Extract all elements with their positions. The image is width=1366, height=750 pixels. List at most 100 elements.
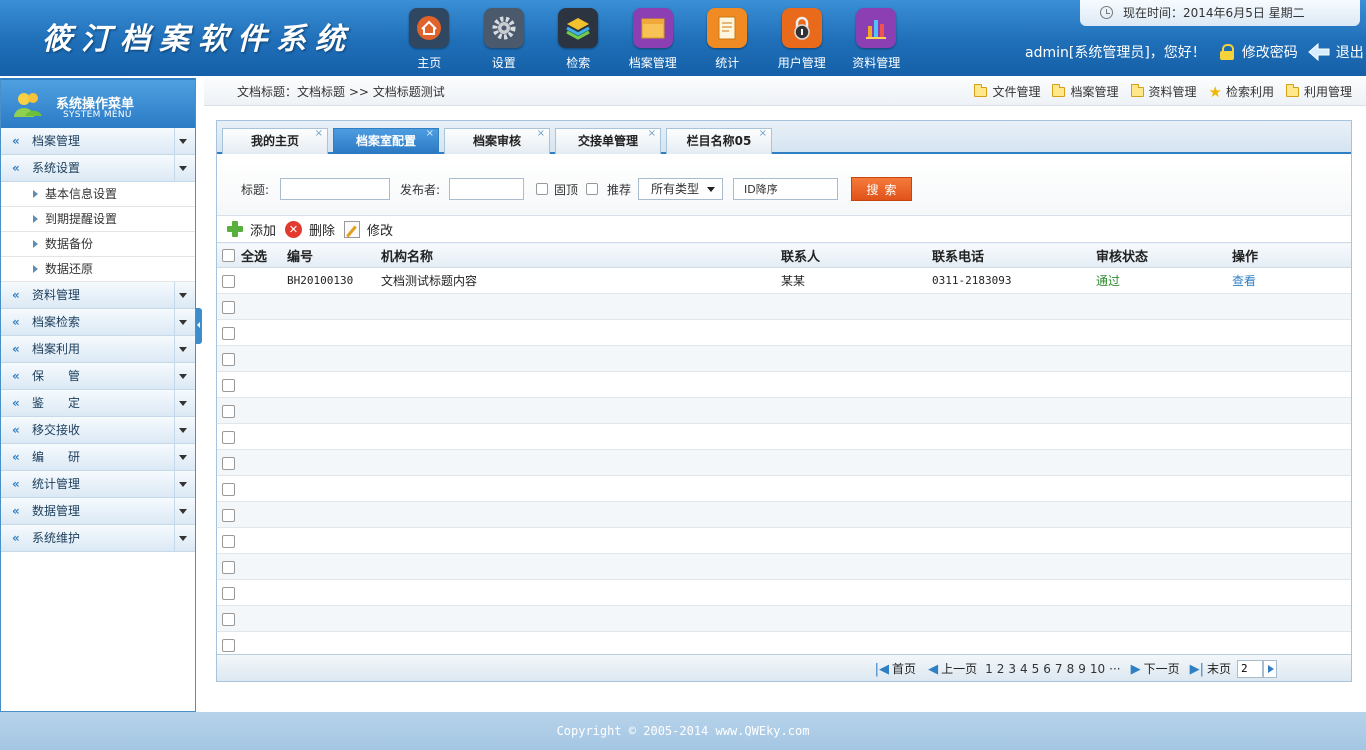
page-number-link[interactable]: 3 xyxy=(1008,662,1016,676)
nav-users[interactable]: 用户管理 xyxy=(765,8,840,71)
sidebar-collapse-handle[interactable] xyxy=(196,308,202,344)
publisher-input[interactable] xyxy=(449,178,524,200)
page-number-link[interactable]: 1 xyxy=(985,662,993,676)
nav-home[interactable]: 主页 xyxy=(392,8,467,71)
page-number-link[interactable]: 4 xyxy=(1020,662,1028,676)
nav-search[interactable]: 检索 xyxy=(541,8,616,71)
row-checkbox[interactable] xyxy=(222,638,235,652)
nav-settings[interactable]: 设置 xyxy=(467,8,542,71)
row-checkbox[interactable] xyxy=(222,430,235,444)
tab-archive-review[interactable]: 档案审核 × xyxy=(444,128,550,154)
sidebar-item-compilation[interactable]: « 编 研 xyxy=(1,444,195,471)
shortcut-materials-management[interactable]: 资料管理 xyxy=(1130,78,1197,106)
sidebar-subitem-expiry-reminder[interactable]: 到期提醒设置 xyxy=(1,207,195,232)
close-icon[interactable]: × xyxy=(426,122,434,146)
chevron-down-icon[interactable] xyxy=(174,309,191,335)
header-code: 编号 xyxy=(287,242,381,268)
row-checkbox[interactable] xyxy=(222,508,235,522)
row-checkbox[interactable] xyxy=(222,456,235,470)
sidebar-subitem-basic-info[interactable]: 基本信息设置 xyxy=(1,182,195,207)
row-checkbox[interactable] xyxy=(222,534,235,548)
chevron-down-icon[interactable] xyxy=(174,336,191,362)
page-number-link[interactable]: 5 xyxy=(1032,662,1040,676)
shortcut-archive-management[interactable]: 档案管理 xyxy=(1052,78,1119,106)
chevron-down-icon[interactable] xyxy=(174,363,191,389)
nav-archive[interactable]: 档案管理 xyxy=(616,8,691,71)
view-link[interactable]: 查看 xyxy=(1232,267,1351,294)
type-select[interactable]: 所有类型 xyxy=(638,178,723,200)
chevron-down-icon[interactable] xyxy=(174,417,191,443)
sidebar-item-system-settings[interactable]: « 系统设置 xyxy=(1,155,195,182)
nav-materials[interactable]: 资料管理 xyxy=(839,8,914,71)
row-checkbox[interactable] xyxy=(222,300,235,314)
first-page-button[interactable]: |◀ 首页 xyxy=(875,660,916,677)
last-page-button[interactable]: ▶| 末页 xyxy=(1190,660,1231,677)
tab-handover[interactable]: 交接单管理 × xyxy=(555,128,661,154)
chevron-down-icon[interactable] xyxy=(174,525,191,551)
page-number-link[interactable]: 7 xyxy=(1055,662,1063,676)
chevron-down-icon[interactable] xyxy=(174,471,191,497)
shortcut-usage-management[interactable]: 利用管理 xyxy=(1285,78,1352,106)
tab-my-home[interactable]: 我的主页 × xyxy=(222,128,328,154)
row-checkbox[interactable] xyxy=(222,482,235,496)
tab-archive-config[interactable]: 档案室配置 × xyxy=(333,128,439,154)
change-password-link[interactable]: 修改密码 xyxy=(1242,42,1298,62)
edit-button[interactable]: 修改 xyxy=(344,220,393,239)
page-number-input[interactable] xyxy=(1237,659,1263,678)
page-number-link[interactable]: 2 xyxy=(997,662,1005,676)
row-checkbox[interactable] xyxy=(222,586,235,600)
sidebar-item-statistics[interactable]: « 统计管理 xyxy=(1,471,195,498)
select-all-checkbox[interactable] xyxy=(222,248,235,262)
sidebar-item-archive-search[interactable]: « 档案检索 xyxy=(1,309,195,336)
shortcut-search-usage[interactable]: ★ 检索利用 xyxy=(1209,78,1274,106)
chevron-down-icon[interactable] xyxy=(174,444,191,470)
row-empty-cell xyxy=(781,449,932,476)
delete-button[interactable]: ✕ 删除 xyxy=(285,220,335,239)
row-checkbox[interactable] xyxy=(222,404,235,418)
sidebar-item-custody[interactable]: « 保 管 xyxy=(1,363,195,390)
prev-page-button[interactable]: ◀ 上一页 xyxy=(928,660,977,677)
row-checkbox[interactable] xyxy=(222,612,235,626)
add-button[interactable]: 添加 xyxy=(227,220,276,239)
row-checkbox[interactable] xyxy=(222,274,235,288)
next-page-button[interactable]: ▶ 下一页 xyxy=(1131,660,1180,677)
sidebar-item-materials[interactable]: « 资料管理 xyxy=(1,282,195,309)
logout-link[interactable]: 退出 xyxy=(1336,42,1364,62)
close-icon[interactable]: × xyxy=(759,122,767,146)
search-button[interactable]: 搜索 xyxy=(851,177,912,201)
go-page-button[interactable] xyxy=(1263,659,1277,678)
chevron-down-icon[interactable] xyxy=(174,282,191,308)
chevron-down-icon[interactable] xyxy=(174,390,191,416)
sidebar-subitem-restore[interactable]: 数据还原 xyxy=(1,257,195,282)
pinned-checkbox[interactable] xyxy=(536,183,548,195)
title-input[interactable] xyxy=(280,178,390,200)
shortcut-label: 利用管理 xyxy=(1303,85,1352,99)
row-checkbox[interactable] xyxy=(222,560,235,574)
sidebar-item-maintenance[interactable]: « 系统维护 xyxy=(1,525,195,552)
sidebar-item-data[interactable]: « 数据管理 xyxy=(1,498,195,525)
recommend-checkbox[interactable] xyxy=(586,183,598,195)
app-logo: 筱汀档案软件系统 xyxy=(42,22,354,57)
page-number-link[interactable]: 10 xyxy=(1090,662,1105,676)
chevron-down-icon[interactable] xyxy=(174,128,191,154)
row-checkbox[interactable] xyxy=(222,352,235,366)
sort-input[interactable] xyxy=(733,178,838,200)
tab-column-05[interactable]: 栏目名称05 × xyxy=(666,128,772,154)
page-number-link[interactable]: 6 xyxy=(1043,662,1051,676)
shortcut-file-management[interactable]: 文件管理 xyxy=(974,78,1040,106)
close-icon[interactable]: × xyxy=(537,122,545,146)
page-number-link[interactable]: 9 xyxy=(1078,662,1086,676)
row-checkbox[interactable] xyxy=(222,326,235,340)
row-checkbox[interactable] xyxy=(222,378,235,392)
sidebar-subitem-backup[interactable]: 数据备份 xyxy=(1,232,195,257)
sidebar-item-archive-usage[interactable]: « 档案利用 xyxy=(1,336,195,363)
nav-statistics[interactable]: 统计 xyxy=(690,8,765,71)
chevron-down-icon[interactable] xyxy=(174,155,191,181)
sidebar-item-appraisal[interactable]: « 鉴 定 xyxy=(1,390,195,417)
close-icon[interactable]: × xyxy=(315,122,323,146)
chevron-down-icon[interactable] xyxy=(174,498,191,524)
page-number-link[interactable]: 8 xyxy=(1067,662,1075,676)
sidebar-item-archive[interactable]: « 档案管理 xyxy=(1,128,195,155)
sidebar-item-transfer[interactable]: « 移交接收 xyxy=(1,417,195,444)
close-icon[interactable]: × xyxy=(648,122,656,146)
